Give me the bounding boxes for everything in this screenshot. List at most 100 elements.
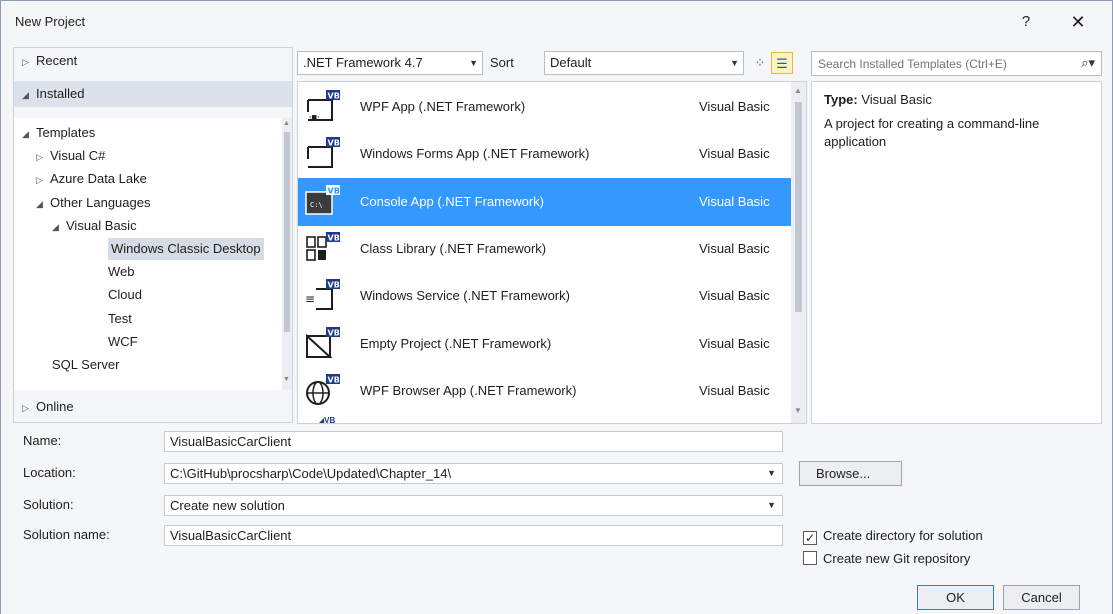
type-label: Type: (824, 92, 858, 107)
tree-item[interactable]: ◢ Templates (22, 122, 95, 144)
medium-icons-view-icon[interactable]: ⁘ (749, 52, 771, 74)
collapse-arrow-icon[interactable]: ◢ (52, 216, 66, 238)
create-git-label: Create new Git repository (823, 551, 971, 566)
name-field[interactable]: VisualBasicCarClient (164, 431, 783, 452)
tree-item[interactable]: ◢ Other Languages (36, 192, 150, 214)
tree-item[interactable]: SQL Server (52, 354, 119, 376)
ok-button[interactable]: OK (917, 585, 994, 610)
installed-label: Installed (36, 86, 85, 101)
template-row[interactable]: C:\ VB Console App (.NET Framework) Visual … (298, 177, 791, 226)
template-name: WPF Browser App (.NET Framework) (360, 382, 577, 398)
search-input[interactable] (812, 52, 1072, 75)
template-language: Visual Basic (699, 240, 770, 256)
name-value: VisualBasicCarClient (170, 434, 292, 449)
scroll-up-icon[interactable]: ▲ (794, 86, 802, 95)
cancel-button[interactable]: Cancel (1003, 585, 1080, 610)
template-row[interactable]: VB Class Library (.NET Framework) Visual B… (298, 225, 791, 273)
svg-text:VB: VB (328, 186, 340, 195)
svg-text:C:\: C:\ (310, 201, 323, 209)
collapse-arrow-icon[interactable]: ◢ (36, 193, 50, 215)
help-button[interactable]: ? (1011, 9, 1041, 35)
search-box[interactable]: ⌕▾ (811, 51, 1102, 76)
svg-text:VB: VB (328, 139, 340, 148)
collapse-arrow-icon: ◢ (22, 90, 29, 100)
expand-arrow-icon: ▷ (22, 403, 29, 413)
svg-text:VB: VB (328, 281, 340, 290)
tree-item-label: Visual Basic (66, 217, 137, 233)
close-button[interactable]: ✕ (1063, 9, 1093, 35)
tree-item[interactable]: ▷ Azure Data Lake (36, 168, 147, 190)
tree-item[interactable]: WCF (108, 331, 138, 353)
location-label: Location: (23, 465, 76, 480)
template-row[interactable]: ‹■› VB WPF App (.NET Framework) Visual Basi… (298, 83, 791, 131)
chevron-down-icon[interactable]: ▼ (767, 464, 776, 483)
scroll-down-icon[interactable]: ▼ (283, 376, 290, 383)
template-category-tree: ◢ Templates ▷ Visual C# ▷ Azure Data Lake ◢ Oth… (14, 118, 282, 390)
sort-by-value: Default (550, 55, 592, 70)
tree-item-label: Windows Classic Desktop (111, 241, 261, 256)
create-directory-label: Create directory for solution (823, 528, 983, 543)
solution-name-label: Solution name: (23, 527, 110, 542)
checkbox-unchecked-icon[interactable] (803, 551, 817, 565)
template-row[interactable]: ≡ VB Windows Service (.NET Framework) Visua… (298, 272, 791, 320)
tree-item[interactable]: Windows Classic Desktop (108, 238, 264, 260)
collapse-arrow-icon[interactable]: ◢ (22, 123, 36, 145)
tree-scrollbar[interactable]: ▲ ▼ (282, 118, 292, 390)
scrollbar-thumb[interactable] (795, 102, 802, 312)
tree-item-label: Azure Data Lake (50, 171, 147, 187)
list-view-icon[interactable]: ☰ (771, 52, 793, 74)
scroll-down-icon[interactable]: ▼ (794, 406, 802, 415)
template-language: Visual Basic (699, 99, 770, 114)
sort-by-select[interactable]: Default ▼ (544, 51, 744, 75)
wpf-app-icon: ‹■› VB (304, 90, 340, 124)
template-row[interactable]: VB Empty Project (.NET Framework) Visual B… (298, 320, 791, 368)
create-directory-checkbox[interactable]: ✓ Create directory for solution (803, 527, 983, 545)
template-row[interactable]: VB Windows Forms App (.NET Framework) Visu… (298, 130, 791, 178)
console-app-icon: C:\ VB (304, 184, 340, 219)
create-git-checkbox[interactable]: Create new Git repository (803, 550, 970, 568)
tree-item[interactable]: Test (108, 308, 132, 330)
template-row[interactable]: VB WPF Browser App (.NET Framework) Visual… (298, 367, 791, 415)
template-language: Visual Basic (699, 193, 770, 209)
chevron-down-icon: ▼ (469, 58, 478, 68)
windows-service-icon: ≡ VB (304, 279, 340, 313)
tree-item[interactable]: Web (108, 261, 135, 283)
recent-label: Recent (36, 53, 78, 68)
template-name: Console App (.NET Framework) (360, 193, 544, 209)
windows-forms-icon: VB (304, 137, 340, 171)
template-name: Class Library (.NET Framework) (360, 240, 547, 256)
framework-select[interactable]: .NET Framework 4.7 ▼ (297, 51, 483, 75)
template-info-panel: Type: Visual Basic A project for creatin… (811, 81, 1102, 424)
checkbox-checked-icon[interactable]: ✓ (803, 531, 817, 545)
partial-template-icon: ◢VB (318, 416, 336, 424)
solution-select[interactable]: Create new solution ▼ (164, 495, 783, 516)
tree-item[interactable]: Cloud (108, 284, 142, 306)
solution-name-field[interactable]: VisualBasicCarClient (164, 525, 783, 546)
svg-text:≡: ≡ (305, 292, 315, 306)
template-list-scrollbar[interactable]: ▲ ▼ (791, 82, 806, 423)
title-bar: New Project ? ✕ (1, 1, 1112, 43)
svg-text:VB: VB (328, 92, 340, 101)
recent-section[interactable]: ▷ Recent (14, 48, 292, 74)
tree-item-label: SQL Server (52, 357, 120, 372)
installed-section[interactable]: ◢ Installed (14, 81, 292, 107)
expand-arrow-icon[interactable]: ▷ (36, 146, 50, 168)
template-language: Visual Basic (699, 335, 770, 351)
online-section[interactable]: ▷ Online (14, 394, 292, 420)
svg-text:‹■›: ‹■› (309, 114, 319, 121)
project-settings-form: Name: VisualBasicCarClient Location: C:\… (1, 426, 1112, 614)
new-project-dialog: New Project ? ✕ ▷ Recent ◢ Installed ◢ Temp… (0, 0, 1113, 614)
scrollbar-thumb[interactable] (284, 132, 290, 332)
expand-arrow-icon[interactable]: ▷ (36, 169, 50, 191)
browse-button[interactable]: Browse... (799, 461, 902, 486)
svg-text:VB: VB (328, 375, 340, 384)
tree-item-label: Templates (36, 125, 96, 140)
search-icon[interactable]: ⌕▾ (1081, 55, 1095, 71)
template-name: WPF App (.NET Framework) (360, 99, 526, 114)
template-name: Empty Project (.NET Framework) (360, 335, 552, 351)
location-field[interactable]: C:\GitHub\procsharp\Code\Updated\Chapter… (164, 463, 783, 484)
scroll-up-icon[interactable]: ▲ (283, 120, 290, 127)
tree-item[interactable]: ▷ Visual C# (36, 145, 105, 167)
svg-text:VB: VB (328, 328, 340, 337)
tree-item[interactable]: ◢ Visual Basic (52, 215, 137, 237)
